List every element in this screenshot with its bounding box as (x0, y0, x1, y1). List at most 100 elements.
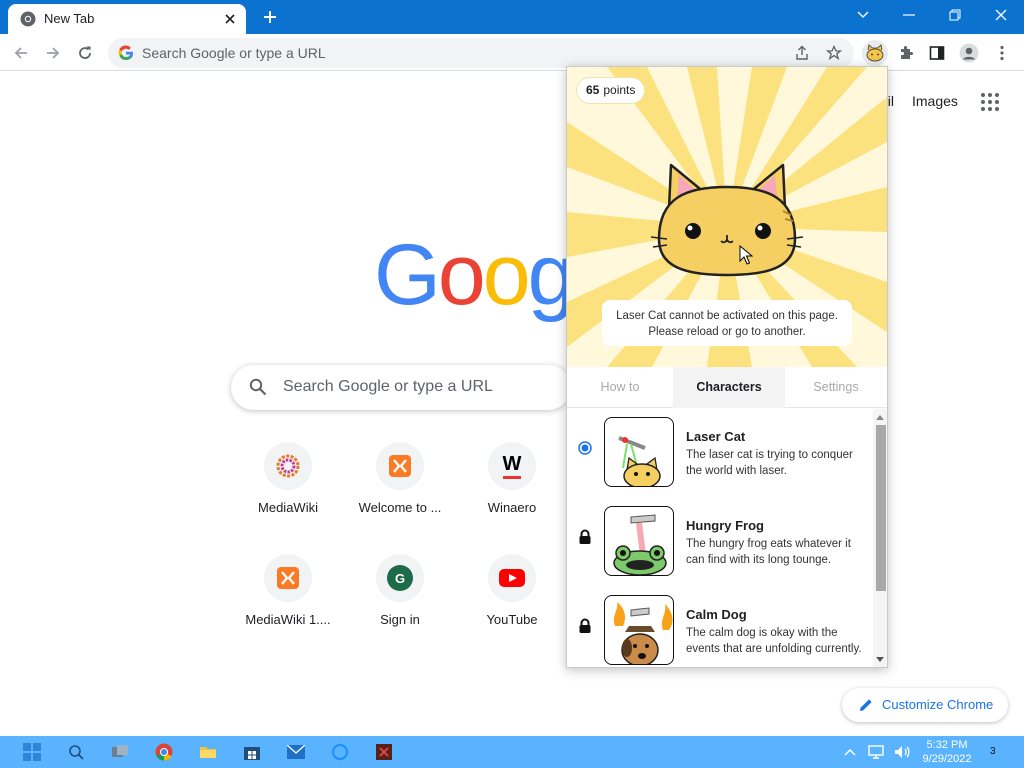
points-label: points (603, 83, 636, 97)
notification-count[interactable]: 3 (990, 746, 996, 757)
clock-date: 9/29/2022 (922, 753, 972, 765)
tab-how-to[interactable]: How to (567, 367, 673, 408)
cortana-icon[interactable] (328, 740, 352, 764)
mouse-cursor-icon (739, 245, 753, 265)
scroll-down-icon[interactable] (873, 653, 887, 665)
google-logo: Goog (374, 226, 575, 325)
list-item[interactable]: Calm Dog The calm dog is okay with the e… (567, 587, 873, 667)
logo-letter: o (437, 227, 486, 323)
sign-in-glyph: G (387, 565, 413, 591)
list-item[interactable]: Laser Cat The laser cat is trying to con… (567, 409, 873, 497)
close-window-icon[interactable] (978, 0, 1024, 30)
notice-line: Please reload or go to another. (648, 326, 806, 338)
character-description: The calm dog is okay with the events tha… (686, 627, 862, 655)
chrome-icon (20, 11, 36, 27)
logo-letter: o (482, 227, 531, 323)
minimize-icon[interactable] (886, 0, 932, 30)
windows-taskbar: 5:32 PM 9/29/2022 3 (0, 736, 1024, 768)
shortcut-tile[interactable]: MediaWiki 1.... (232, 554, 344, 654)
shortcut-label: YouTube (486, 612, 538, 627)
mediawiki-icon (264, 442, 312, 490)
tab-characters[interactable]: Characters (673, 367, 785, 408)
tab-new-tab[interactable]: New Tab (8, 4, 246, 34)
hero-panel: 65 points Laser Cat cannot be activated o… (567, 67, 887, 367)
logo-letter: G (374, 227, 441, 323)
close-tab-icon[interactable] (220, 9, 240, 29)
task-view-icon[interactable] (108, 740, 132, 764)
volume-icon[interactable] (890, 740, 914, 764)
laser-cat-thumbnail (604, 417, 674, 487)
store-icon[interactable] (240, 740, 264, 764)
shortcut-tile[interactable]: YouTube (456, 554, 568, 654)
tab-settings[interactable]: Settings (785, 367, 887, 408)
character-description: The laser cat is trying to conquer the w… (686, 449, 853, 477)
side-panel-icon[interactable] (924, 40, 950, 66)
shortcut-tile[interactable]: W Winaero (456, 442, 568, 542)
popup-tabs: How to Characters Settings (567, 367, 887, 408)
forward-icon[interactable] (40, 40, 66, 66)
scrollbar-thumb[interactable] (876, 425, 886, 591)
chrome-menu-icon[interactable] (989, 40, 1015, 66)
bookmark-star-icon[interactable] (824, 43, 844, 63)
character-name: Hungry Frog (686, 518, 764, 533)
notice-line: Laser Cat cannot be activated on this pa… (616, 310, 838, 322)
new-tab-button[interactable] (258, 6, 282, 28)
shortcut-label: MediaWiki 1.... (245, 612, 331, 627)
tab-title: New Tab (44, 11, 95, 26)
back-icon[interactable] (8, 40, 34, 66)
extensions-puzzle-icon[interactable] (893, 40, 919, 66)
calm-dog-thumbnail (604, 595, 674, 665)
google-apps-icon[interactable] (980, 92, 1000, 112)
search-icon (249, 378, 267, 396)
customize-chrome-label: Customize Chrome (882, 697, 994, 712)
search-icon[interactable] (64, 740, 88, 764)
radio-selected-icon[interactable] (578, 441, 592, 455)
address-bar-placeholder: Search Google or type a URL (142, 45, 326, 61)
pencil-icon (860, 699, 872, 711)
shortcut-label: Winaero (487, 500, 537, 515)
shortcut-label: Sign in (380, 612, 420, 627)
sign-in-icon: G (376, 554, 424, 602)
shortcut-tile[interactable]: G Sign in (344, 554, 456, 654)
profile-avatar-icon[interactable] (956, 40, 982, 66)
address-bar[interactable]: Search Google or type a URL (108, 38, 854, 68)
show-hidden-icons-icon[interactable] (838, 740, 862, 764)
scroll-up-icon[interactable] (873, 411, 887, 423)
character-name: Calm Dog (686, 607, 747, 622)
character-list-scrollbar[interactable] (873, 409, 887, 667)
character-name: Laser Cat (686, 429, 746, 444)
laser-cat-popup: 65 points Laser Cat cannot be activated o… (566, 66, 888, 668)
laser-cat-extension-icon[interactable] (862, 40, 888, 66)
laser-cat-character (650, 163, 804, 277)
ntp-search-placeholder: Search Google or type a URL (283, 378, 493, 395)
shortcut-tile[interactable]: MediaWiki (232, 442, 344, 542)
points-badge: 65 points (577, 78, 645, 103)
shortcut-tile[interactable]: Welcome to ... (344, 442, 456, 542)
ntp-search-box[interactable]: Search Google or type a URL (231, 365, 571, 410)
file-explorer-icon[interactable] (196, 740, 220, 764)
images-link[interactable]: Images (912, 93, 958, 109)
shortcut-label: Welcome to ... (358, 500, 442, 515)
xampp-icon (264, 554, 312, 602)
reload-icon[interactable] (72, 40, 98, 66)
winaero-glyph: W (502, 453, 522, 479)
restore-icon[interactable] (932, 0, 978, 30)
character-list: Laser Cat The laser cat is trying to con… (567, 409, 873, 667)
list-item[interactable]: Hungry Frog The hungry frog eats whateve… (567, 498, 873, 586)
clock-time: 5:32 PM (926, 739, 968, 751)
title-bar: New Tab (0, 0, 1024, 34)
tab-search-icon[interactable] (840, 0, 886, 30)
share-icon[interactable] (792, 43, 812, 63)
lock-icon (578, 529, 592, 544)
customize-chrome-button[interactable]: Customize Chrome (842, 688, 1008, 722)
chrome-taskbar-icon[interactable] (152, 740, 176, 764)
lock-icon (578, 618, 592, 633)
windows-start-icon[interactable] (20, 740, 44, 764)
youtube-icon (488, 554, 536, 602)
google-g-icon (118, 45, 133, 61)
system-clock[interactable]: 5:32 PM 9/29/2022 (922, 738, 972, 766)
app-taskbar-icon[interactable] (372, 740, 396, 764)
shortcut-label: MediaWiki (258, 500, 318, 515)
mail-icon[interactable] (284, 740, 308, 764)
network-icon[interactable] (864, 740, 888, 764)
